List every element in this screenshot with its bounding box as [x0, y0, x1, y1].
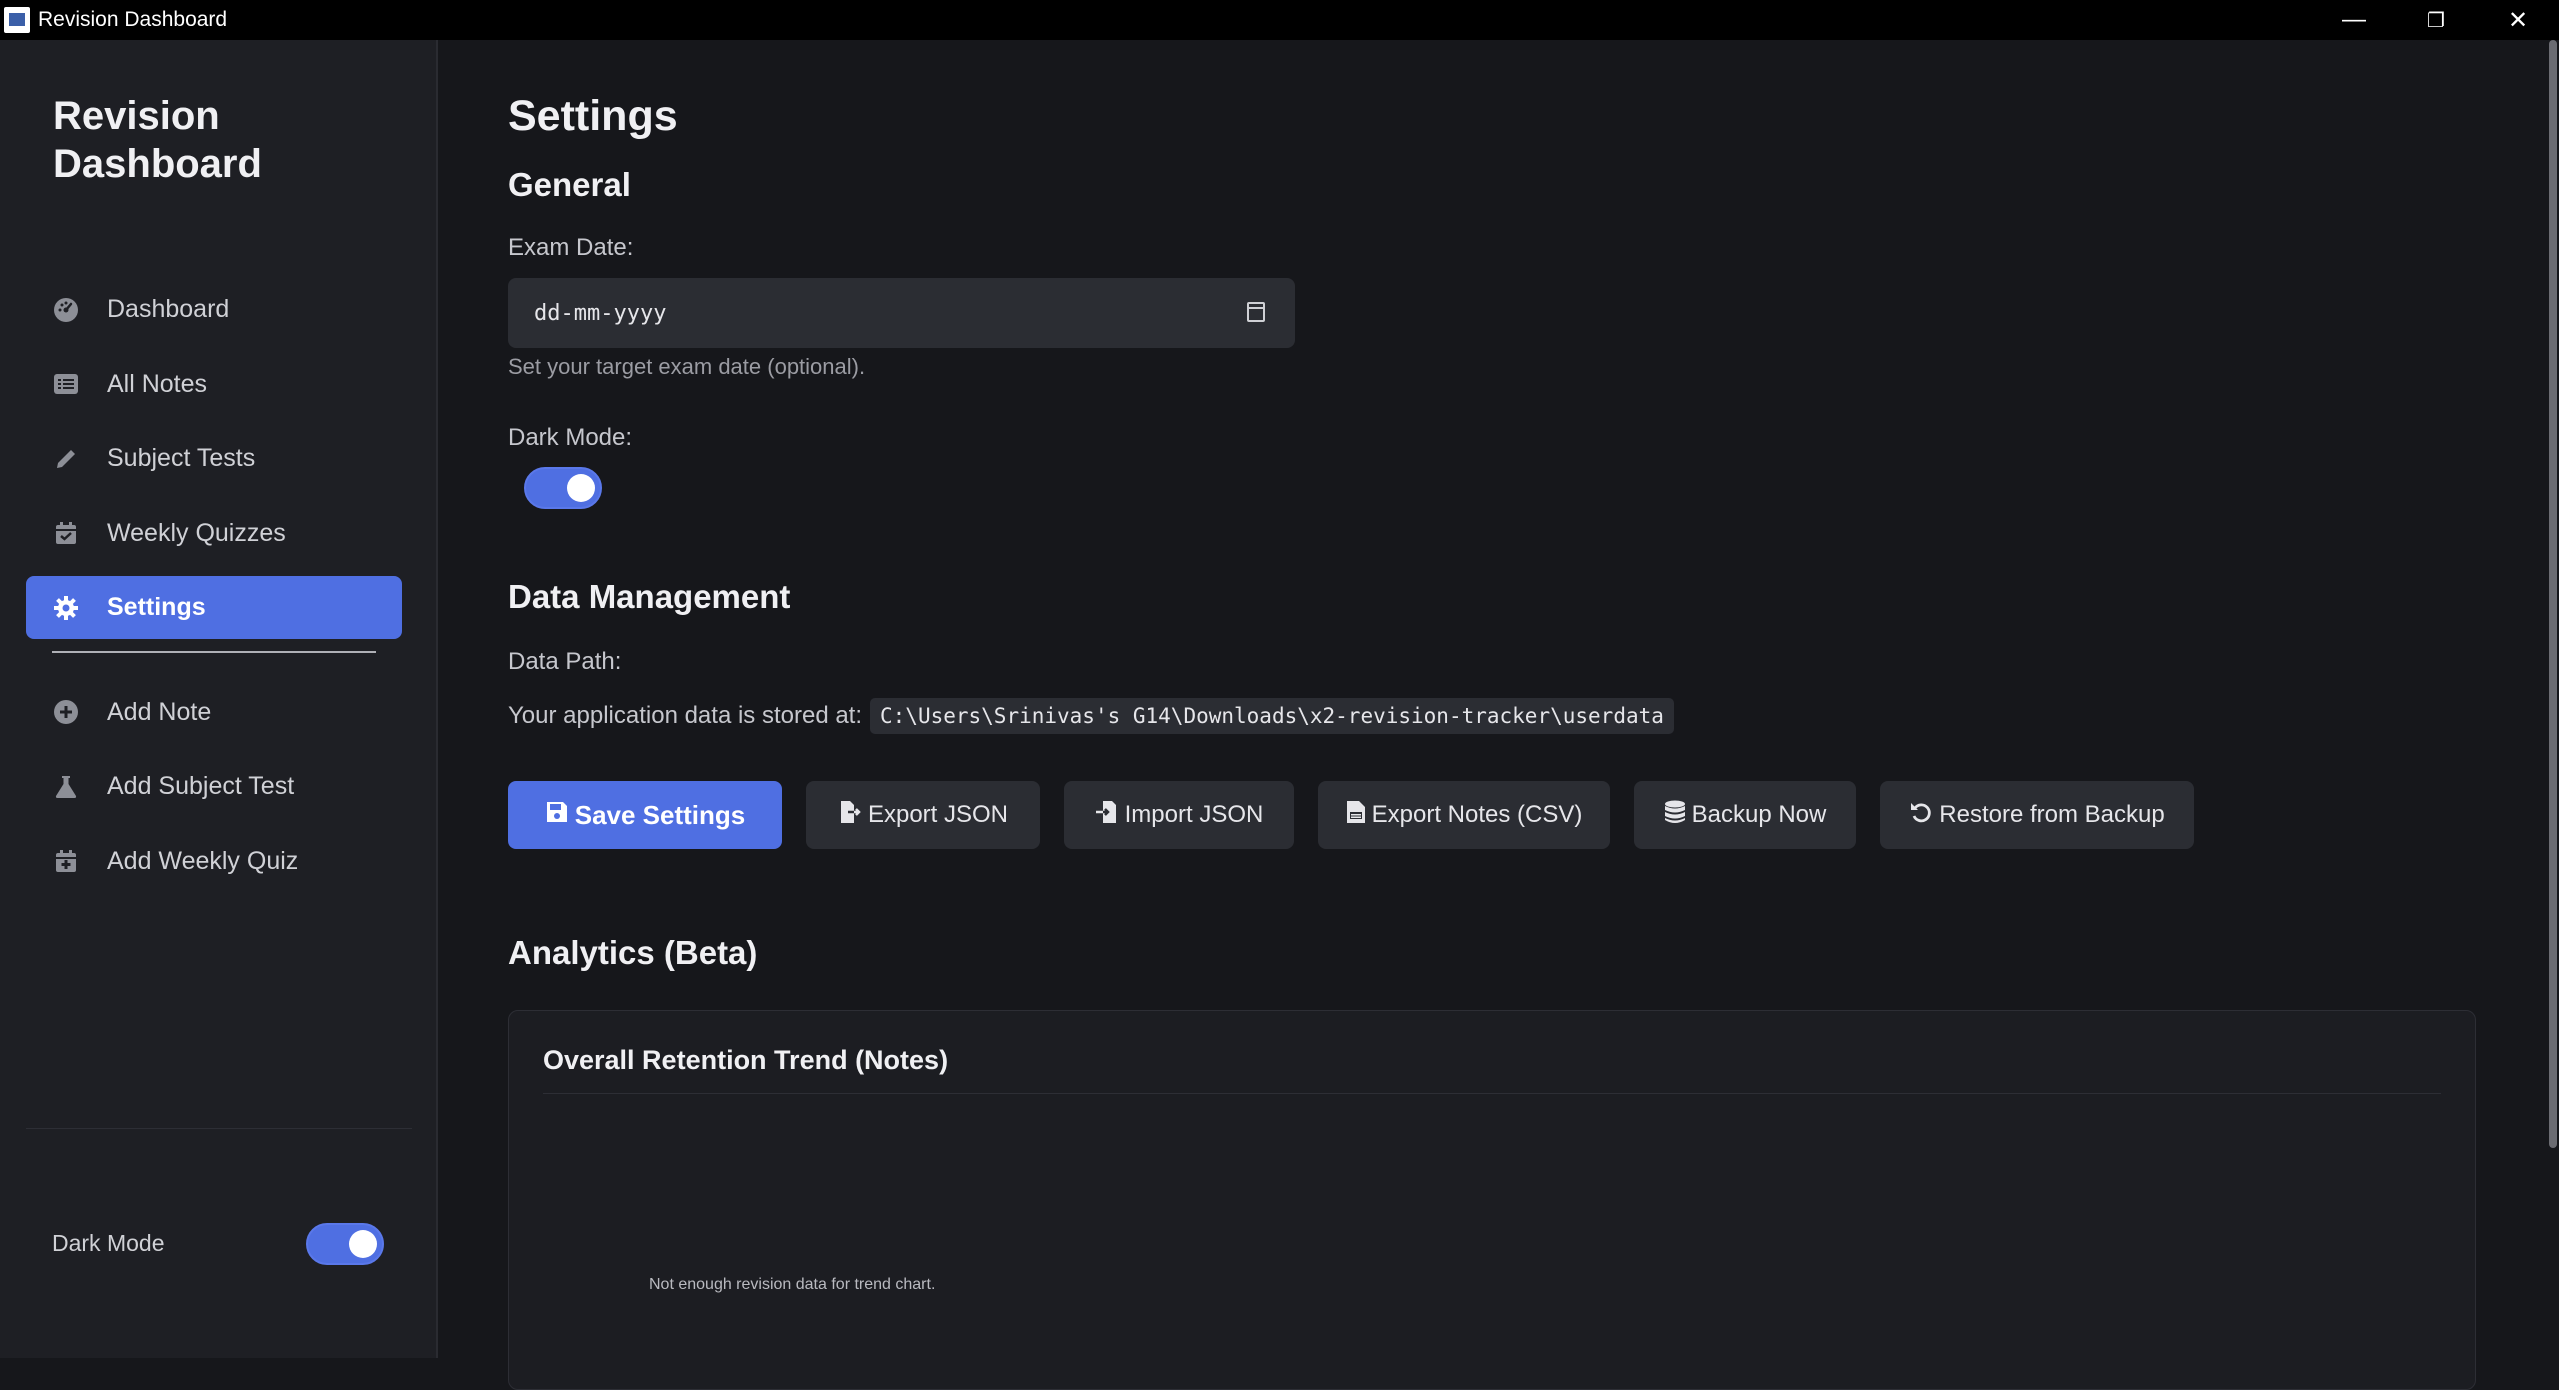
section-general-heading: General	[508, 166, 631, 203]
export-json-button[interactable]: Export JSON	[806, 781, 1040, 849]
window-title: Revision Dashboard	[38, 8, 228, 31]
sidebar-dark-mode-label: Dark Mode	[52, 1230, 165, 1256]
file-export-icon	[838, 800, 862, 830]
sidebar-nav: Dashboard All Notes Subject Tests Weekly…	[26, 278, 402, 904]
file-import-icon	[1095, 800, 1119, 830]
import-json-button[interactable]: Import JSON	[1064, 781, 1294, 849]
save-settings-button[interactable]: Save Settings	[508, 781, 782, 849]
minimize-button[interactable]: —	[2313, 0, 2395, 40]
sidebar-item-subject-tests[interactable]: Subject Tests	[26, 427, 402, 490]
sidebar-item-settings[interactable]: Settings	[26, 576, 402, 639]
sidebar-item-weekly-quizzes[interactable]: Weekly Quizzes	[26, 502, 402, 565]
sidebar-item-add-weekly-quiz[interactable]: Add Weekly Quiz	[26, 830, 402, 893]
main-content: Settings General Exam Date: dd-mm-yyyy S…	[440, 40, 2559, 1390]
exam-date-hint: Set your target exam date (optional).	[508, 354, 866, 379]
exam-date-input[interactable]: dd-mm-yyyy	[508, 278, 1295, 348]
calendar-icon[interactable]	[1247, 302, 1265, 322]
gauge-icon	[53, 297, 79, 323]
restore-backup-button[interactable]: Restore from Backup	[1880, 781, 2194, 849]
sidebar-footer-divider	[26, 1128, 412, 1129]
section-data-management-heading: Data Management	[508, 578, 791, 615]
page-title: Settings	[508, 92, 678, 140]
window-titlebar: Revision Dashboard — ❐ ✕	[0, 0, 2559, 40]
calendar-plus-icon	[53, 848, 79, 874]
undo-icon	[1909, 800, 1933, 830]
close-button[interactable]: ✕	[2477, 0, 2559, 40]
restore-button[interactable]: ❐	[2395, 0, 2477, 40]
exam-date-placeholder: dd-mm-yyyy	[534, 300, 667, 326]
sidebar: Revision Dashboard Dashboard All Notes S…	[0, 40, 438, 1358]
scrollbar-thumb[interactable]	[2549, 40, 2557, 1148]
dark-mode-label: Dark Mode:	[508, 424, 633, 451]
sidebar-item-label: Add Note	[107, 697, 212, 726]
sidebar-item-label: Add Subject Test	[107, 772, 295, 800]
sidebar-item-label: All Notes	[107, 369, 208, 398]
card-divider	[543, 1093, 2441, 1094]
sidebar-divider	[52, 650, 376, 653]
data-path-value: C:\Users\Srinivas's G14\Downloads\x2-rev…	[870, 698, 1674, 734]
action-buttons: Save Settings Export JSON Import JSON Ex…	[508, 781, 2218, 849]
sidebar-item-label: Settings	[107, 593, 206, 621]
backup-now-button[interactable]: Backup Now	[1634, 781, 1856, 849]
floppy-disk-icon	[545, 800, 569, 830]
brand-title: Revision Dashboard	[53, 94, 262, 186]
sidebar-item-all-notes[interactable]: All Notes	[26, 353, 402, 416]
gear-icon	[53, 595, 79, 621]
sidebar-item-label: Dashboard	[107, 295, 230, 323]
sidebar-item-label: Subject Tests	[107, 444, 256, 472]
sidebar-item-add-subject-test[interactable]: Add Subject Test	[26, 755, 402, 818]
retention-trend-title: Overall Retention Trend (Notes)	[543, 1045, 949, 1075]
database-icon	[1664, 800, 1686, 830]
list-icon	[53, 371, 79, 397]
section-analytics-heading: Analytics (Beta)	[508, 934, 758, 971]
data-path-prefix: Your application data is stored at:	[508, 702, 863, 729]
dark-mode-toggle[interactable]	[524, 467, 602, 509]
flask-icon	[53, 774, 79, 800]
window-controls: — ❐ ✕	[2313, 0, 2559, 40]
sidebar-item-add-note[interactable]: Add Note	[26, 681, 402, 744]
data-path-line: Your application data is stored at: C:\U…	[508, 698, 1674, 734]
app-icon	[4, 7, 30, 33]
calendar-check-icon	[53, 520, 79, 546]
sidebar-dark-mode-toggle[interactable]	[306, 1223, 384, 1265]
pencil-icon	[53, 446, 79, 472]
sidebar-item-label: Add Weekly Quiz	[107, 846, 299, 875]
sidebar-item-label: Weekly Quizzes	[107, 518, 286, 547]
exam-date-label: Exam Date:	[508, 234, 634, 261]
file-csv-icon	[1346, 800, 1366, 830]
export-csv-button[interactable]: Export Notes (CSV)	[1318, 781, 1610, 849]
retention-trend-card: Overall Retention Trend (Notes) Not enou…	[508, 1010, 2476, 1390]
data-path-label: Data Path:	[508, 648, 622, 675]
main-scrollbar[interactable]	[2547, 40, 2559, 1358]
plus-circle-icon	[53, 699, 79, 725]
empty-chart-message: Not enough revision data for trend chart…	[649, 1276, 936, 1293]
sidebar-item-dashboard[interactable]: Dashboard	[26, 278, 402, 341]
